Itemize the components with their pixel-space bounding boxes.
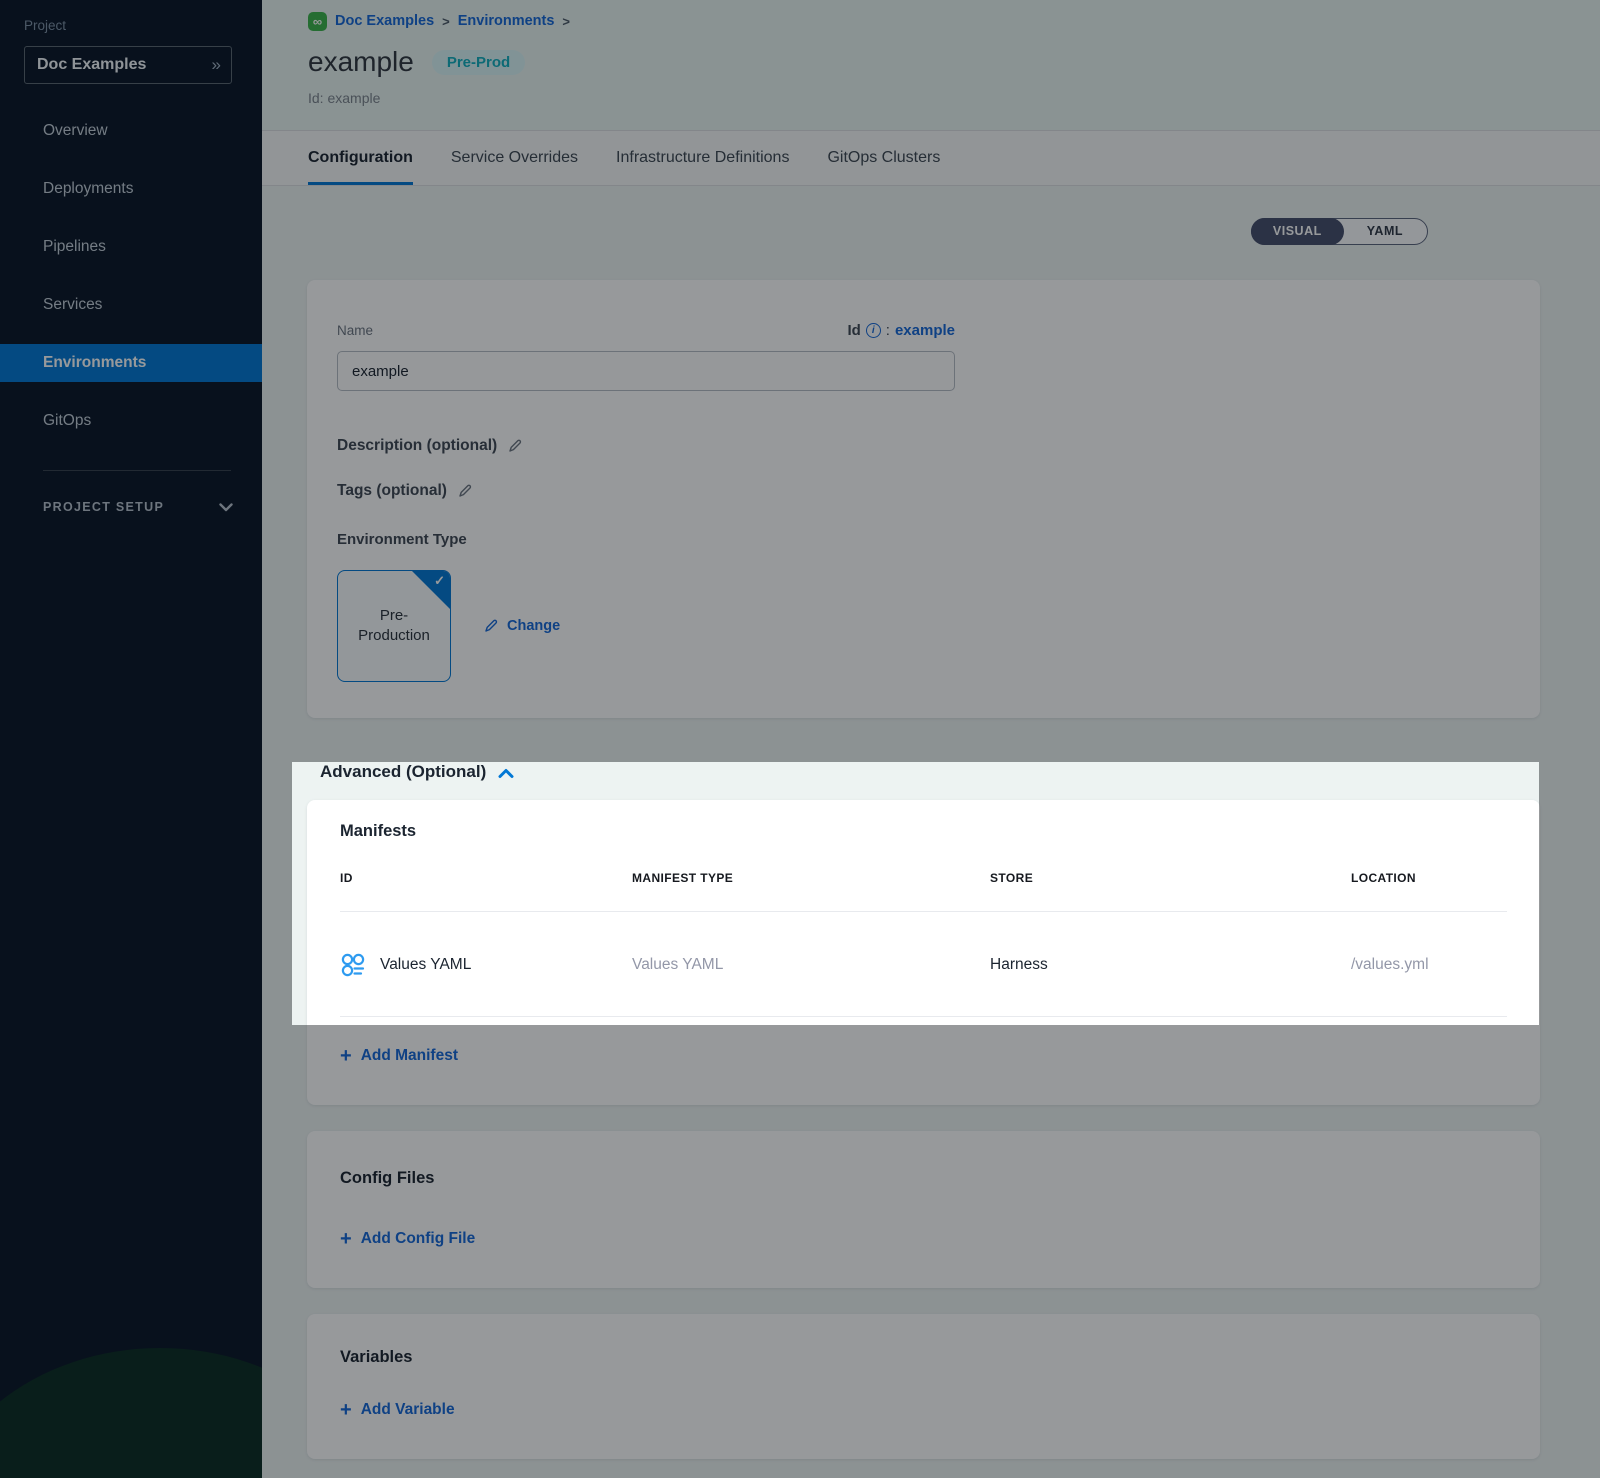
sidebar-item-environments[interactable]: Environments	[0, 344, 262, 382]
breadcrumb-project-link[interactable]: Doc Examples	[335, 13, 434, 29]
toggle-visual[interactable]: VISUAL	[1251, 218, 1344, 245]
chevron-up-icon[interactable]	[498, 768, 514, 779]
column-header-location: LOCATION	[1351, 871, 1507, 885]
add-manifest-label: Add Manifest	[361, 1047, 458, 1065]
sidebar: Project Doc Examples » Overview Deployme…	[0, 0, 262, 1478]
manifest-location: /values.yml	[1351, 956, 1507, 974]
content-area: VISUAL YAML Name Id i : example Descript…	[262, 186, 1600, 1459]
page-title: example	[308, 46, 414, 78]
name-input[interactable]	[337, 351, 955, 391]
project-label: Project	[24, 18, 66, 33]
variables-card: Variables + Add Variable	[307, 1314, 1540, 1459]
add-variable-button[interactable]: + Add Variable	[340, 1401, 455, 1419]
sidebar-item-pipelines[interactable]: Pipelines	[0, 228, 262, 266]
table-divider	[340, 1016, 1507, 1017]
env-type-card-text: Pre-Production	[348, 606, 440, 647]
manifests-table-header: ID MANIFEST TYPE STORE LOCATION	[340, 871, 1507, 885]
pencil-icon[interactable]	[457, 483, 473, 499]
tab-bar: Configuration Service Overrides Infrastr…	[262, 130, 1600, 186]
column-header-manifest-type: MANIFEST TYPE	[632, 871, 990, 885]
tab-configuration[interactable]: Configuration	[308, 131, 413, 185]
variables-heading: Variables	[340, 1348, 1507, 1367]
env-type-card-preproduction[interactable]: ✓ Pre-Production	[337, 570, 451, 682]
manifest-id: Values YAML	[380, 956, 471, 974]
tags-label: Tags (optional)	[337, 482, 447, 500]
tab-service-overrides[interactable]: Service Overrides	[451, 131, 578, 185]
config-files-card: Config Files + Add Config File	[307, 1131, 1540, 1288]
project-selector[interactable]: Doc Examples »	[24, 46, 232, 84]
breadcrumb-separator: >	[442, 14, 450, 29]
add-config-file-label: Add Config File	[361, 1230, 476, 1248]
manifests-heading: Manifests	[340, 822, 1507, 841]
plus-icon: +	[340, 1047, 352, 1065]
manifest-icon	[340, 952, 366, 978]
chevron-down-icon	[219, 503, 233, 512]
manifests-card: Manifests ID MANIFEST TYPE STORE LOCATIO…	[307, 800, 1540, 1105]
sidebar-divider	[43, 470, 231, 471]
advanced-section-toggle[interactable]: Advanced (Optional)	[320, 762, 1540, 800]
breadcrumb-environments-link[interactable]: Environments	[458, 13, 555, 29]
entity-id-text: Id: example	[308, 90, 1600, 106]
page-header: ∞ Doc Examples > Environments > example …	[262, 0, 1600, 130]
id-label: Id	[847, 322, 860, 339]
change-env-type-button[interactable]: Change	[483, 618, 560, 634]
column-header-store: STORE	[990, 871, 1351, 885]
plus-icon: +	[340, 1401, 352, 1419]
breadcrumb-separator: >	[562, 14, 570, 29]
id-colon: :	[886, 322, 890, 339]
manifest-store: Harness	[990, 956, 1351, 974]
sidebar-item-gitops[interactable]: GitOps	[0, 402, 262, 440]
name-label: Name	[337, 323, 373, 338]
tab-infrastructure-definitions[interactable]: Infrastructure Definitions	[616, 131, 789, 185]
change-label: Change	[507, 618, 560, 634]
add-manifest-button[interactable]: + Add Manifest	[340, 1047, 458, 1065]
visual-yaml-toggle[interactable]: VISUAL YAML	[1251, 218, 1428, 245]
sidebar-item-deployments[interactable]: Deployments	[0, 170, 262, 208]
environment-details-card: Name Id i : example Description (optiona…	[307, 280, 1540, 718]
check-icon: ✓	[434, 573, 445, 589]
cd-module-icon[interactable]: ∞	[308, 12, 327, 31]
add-variable-label: Add Variable	[361, 1401, 455, 1419]
breadcrumb: ∞ Doc Examples > Environments >	[308, 11, 1600, 31]
sidebar-item-overview[interactable]: Overview	[0, 112, 262, 150]
id-value-link[interactable]: example	[895, 322, 955, 339]
config-files-heading: Config Files	[340, 1169, 1507, 1188]
main-area: ∞ Doc Examples > Environments > example …	[262, 0, 1600, 1478]
column-header-id: ID	[340, 871, 632, 885]
tab-gitops-clusters[interactable]: GitOps Clusters	[827, 131, 940, 185]
double-chevron-icon[interactable]: »	[212, 55, 219, 75]
manifest-type: Values YAML	[632, 956, 990, 974]
plus-icon: +	[340, 1230, 352, 1248]
table-row[interactable]: Values YAML Values YAML Harness /values.…	[340, 912, 1507, 1016]
sidebar-item-services[interactable]: Services	[0, 286, 262, 324]
id-chip: Id i : example	[847, 322, 955, 339]
project-setup-label: PROJECT SETUP	[43, 500, 164, 514]
project-name: Doc Examples	[37, 56, 146, 74]
toggle-yaml[interactable]: YAML	[1343, 219, 1427, 244]
tags-toggle[interactable]: Tags (optional)	[337, 482, 1510, 500]
pencil-icon	[483, 618, 499, 634]
advanced-title: Advanced (Optional)	[320, 762, 486, 782]
sidebar-nav: Overview Deployments Pipelines Services …	[0, 112, 262, 460]
description-toggle[interactable]: Description (optional)	[337, 437, 1510, 455]
info-icon[interactable]: i	[866, 323, 881, 338]
env-type-badge: Pre-Prod	[432, 50, 525, 75]
sidebar-decoration	[0, 1348, 262, 1478]
add-config-file-button[interactable]: + Add Config File	[340, 1230, 475, 1248]
project-setup-toggle[interactable]: PROJECT SETUP	[43, 500, 233, 514]
pencil-icon[interactable]	[507, 438, 523, 454]
environment-type-label: Environment Type	[337, 531, 1510, 548]
description-label: Description (optional)	[337, 437, 497, 455]
